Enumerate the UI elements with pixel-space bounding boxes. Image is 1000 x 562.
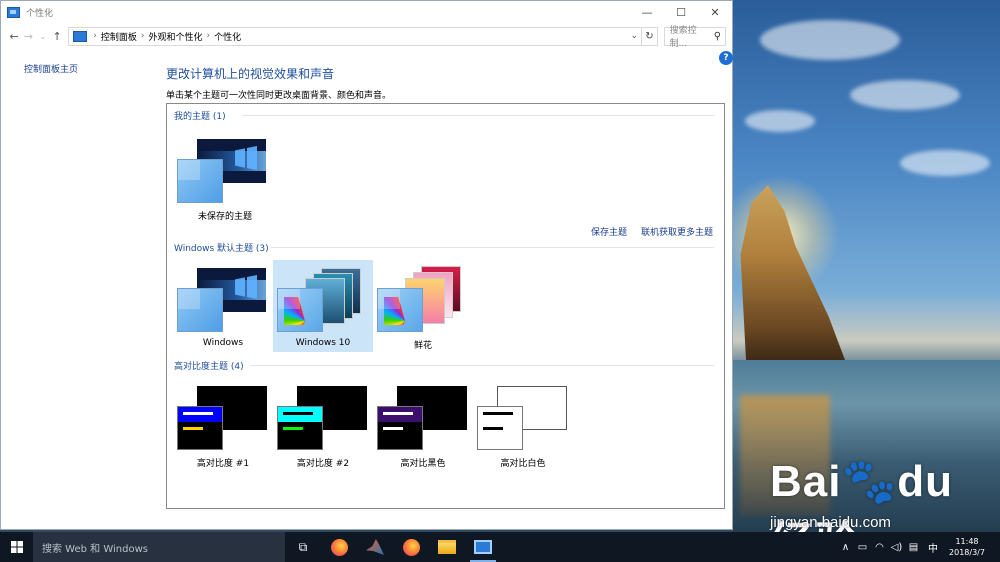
color-fan-icon: [284, 297, 314, 325]
theme-thumbnail-color: [377, 406, 423, 450]
control-panel-icon: [474, 540, 492, 554]
breadcrumb-personalization[interactable]: 个性化: [214, 30, 241, 43]
folder-icon: [438, 540, 456, 554]
refresh-icon[interactable]: ↻: [642, 26, 658, 46]
clock-date: 2018/3/7: [949, 548, 985, 557]
taskbar-matlab[interactable]: [357, 532, 393, 562]
theme-label: Windows 10: [295, 338, 351, 348]
theme-label: 高对比黑色: [400, 459, 446, 469]
cloud: [745, 110, 815, 132]
theme-thumbnail-color: [377, 288, 423, 332]
control-panel-home-link[interactable]: 控制面板主页: [24, 62, 78, 75]
theme-windows[interactable]: Windows: [173, 260, 273, 352]
firefox-icon: [402, 538, 420, 556]
theme-label: Windows: [202, 338, 244, 348]
color-fan-icon: [384, 297, 414, 325]
theme-flowers[interactable]: 鲜花: [373, 260, 473, 352]
cloud: [900, 150, 990, 176]
theme-label: 鲜花: [413, 341, 432, 351]
chevron-right-icon[interactable]: ›: [207, 31, 211, 41]
theme-thumbnail-color: [177, 288, 223, 332]
ime-indicator[interactable]: 中: [922, 540, 944, 555]
page-description: 单击某个主题可一次性同时更改桌面背景、颜色和声音。: [166, 91, 392, 101]
personalization-window: 个性化 — ☐ ✕ ← → ⌄ ↑ › 控制面板 › 外观和个性化 › 个性化 …: [0, 0, 733, 530]
theme-label: 高对比白色: [500, 459, 546, 469]
theme-thumbnail-color: [277, 406, 323, 450]
save-theme-link[interactable]: 保存主题: [591, 225, 627, 238]
battery-icon[interactable]: ▭: [854, 542, 871, 553]
recent-dropdown-icon[interactable]: ⌄: [36, 32, 50, 41]
theme-high-contrast-black[interactable]: 高对比黑色: [373, 378, 473, 470]
theme-high-contrast-white[interactable]: 高对比白色: [473, 378, 573, 470]
taskbar-firefox-2[interactable]: [393, 532, 429, 562]
control-panel-icon: [73, 30, 88, 42]
taskbar-search-input[interactable]: 搜索 Web 和 Windows: [33, 532, 285, 562]
taskbar-search-placeholder: 搜索 Web 和 Windows: [42, 543, 148, 555]
chevron-right-icon[interactable]: ›: [141, 31, 145, 41]
theme-thumbnail-color: [477, 406, 523, 450]
maximize-button[interactable]: ☐: [664, 1, 698, 24]
theme-label: 高对比度 #1: [196, 459, 250, 469]
up-arrow-icon[interactable]: ↑: [50, 30, 64, 43]
volume-icon[interactable]: ◁): [888, 542, 905, 553]
window-title: 个性化: [26, 9, 54, 19]
theme-label: 高对比度 #2: [296, 459, 350, 469]
search-input[interactable]: 搜索控制... ⚲: [663, 26, 727, 49]
task-view-button[interactable]: ⧉: [285, 532, 321, 562]
clock[interactable]: 11:48 2018/3/7: [944, 536, 990, 558]
theme-windows-10[interactable]: Windows 10: [273, 260, 373, 352]
divider: [251, 365, 714, 366]
page-title: 更改计算机上的视觉效果和声音: [166, 67, 335, 81]
theme-thumbnail-color: [177, 159, 223, 203]
cloud: [760, 20, 900, 60]
theme-unsaved[interactable]: 未保存的主题: [173, 131, 273, 223]
breadcrumb-control-panel[interactable]: 控制面板: [101, 30, 137, 43]
theme-list: 我的主题 (1) 未保存的主题 保存主题 联机获取更多主题 Windows 默认…: [166, 103, 725, 509]
theme-high-contrast-2[interactable]: 高对比度 #2: [273, 378, 373, 470]
wifi-icon[interactable]: ◠: [871, 542, 888, 553]
get-more-themes-link[interactable]: 联机获取更多主题: [641, 225, 713, 238]
breadcrumb-appearance[interactable]: 外观和个性化: [148, 30, 202, 43]
back-arrow-icon[interactable]: ←: [7, 30, 21, 43]
taskbar-control-panel[interactable]: [465, 532, 501, 562]
divider: [242, 115, 714, 116]
group-title-windows-default: Windows 默认主题 (3): [174, 244, 269, 254]
address-bar[interactable]: › 控制面板 › 外观和个性化 › 个性化 ⌄: [68, 26, 643, 46]
chevron-down-icon[interactable]: ⌄: [627, 31, 641, 41]
theme-high-contrast-1[interactable]: 高对比度 #1: [173, 378, 273, 470]
address-toolbar: ← → ⌄ ↑ › 控制面板 › 外观和个性化 › 个性化 ⌄ ↻ 搜索控制..…: [1, 24, 732, 49]
title-bar[interactable]: 个性化 — ☐ ✕: [1, 1, 732, 24]
close-button[interactable]: ✕: [698, 1, 732, 24]
start-button[interactable]: [0, 532, 33, 562]
windows-logo-icon: [10, 541, 23, 553]
chevron-up-icon[interactable]: ∧: [837, 542, 854, 553]
notification-icon[interactable]: ▤: [905, 542, 922, 553]
taskbar-firefox[interactable]: [321, 532, 357, 562]
help-icon[interactable]: ?: [719, 51, 733, 65]
theme-label: 未保存的主题: [197, 212, 252, 222]
task-view-icon: ⧉: [298, 539, 308, 554]
cloud: [850, 80, 960, 110]
system-tray: ∧ ▭ ◠ ◁) ▤ 中 11:48 2018/3/7: [837, 532, 1000, 562]
search-icon[interactable]: ⚲: [714, 31, 721, 42]
chevron-right-icon[interactable]: ›: [93, 31, 97, 41]
clock-time: 11:48: [955, 537, 979, 546]
theme-thumbnail-color: [277, 288, 323, 332]
theme-thumbnail-color: [177, 406, 223, 450]
group-title-high-contrast: 高对比度主题 (4): [174, 362, 244, 372]
minimize-button[interactable]: —: [630, 1, 664, 24]
taskbar: 搜索 Web 和 Windows ⧉ ∧ ▭ ◠ ◁) ▤ 中 11:48 20…: [0, 532, 1000, 562]
control-panel-icon: [7, 7, 20, 18]
forward-arrow-icon[interactable]: →: [21, 30, 35, 43]
search-placeholder: 搜索控制...: [669, 26, 697, 49]
divider: [271, 247, 714, 248]
group-title-my-themes: 我的主题 (1): [174, 112, 226, 122]
matlab-icon: [366, 539, 384, 555]
taskbar-file-explorer[interactable]: [429, 532, 465, 562]
firefox-icon: [330, 538, 348, 556]
watermark-url: jingyan.baidu.com: [770, 514, 891, 531]
